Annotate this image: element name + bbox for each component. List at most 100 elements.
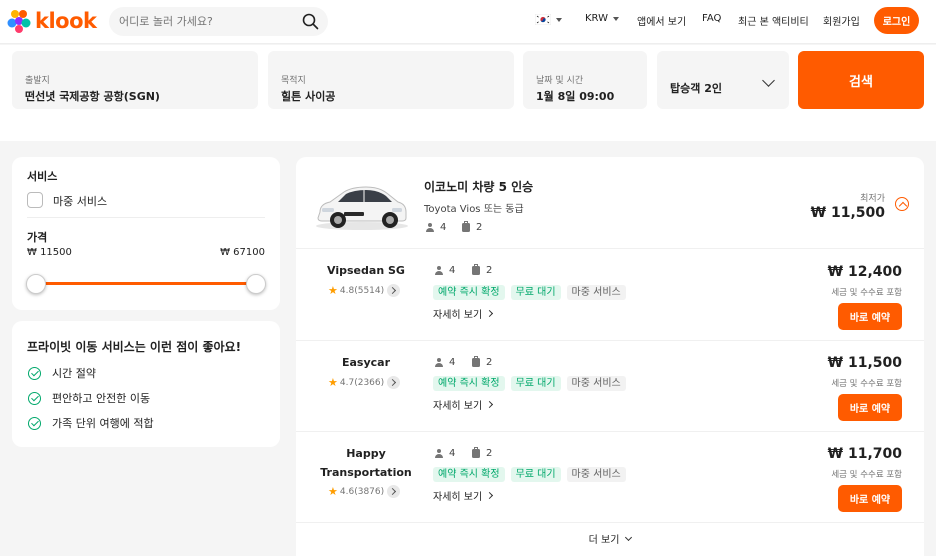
top-header: klook KRW 앱에서 보기 FAQ 최근 본 액티비티 회원가입 로그인 xyxy=(0,0,936,44)
currency-selector[interactable]: KRW xyxy=(585,13,619,24)
korea-flag-icon xyxy=(535,14,551,25)
luggage-count: 2 xyxy=(486,448,493,459)
luggage-icon xyxy=(472,356,480,367)
vendor-row: Happy Transportation ★ 4.6 (3876) 4 2 예약… xyxy=(296,432,924,523)
search-input[interactable] xyxy=(119,13,289,30)
from-label: 출발지 xyxy=(25,76,50,86)
vendor-luggage-capacity: 2 xyxy=(472,356,492,368)
person-icon xyxy=(434,358,443,367)
min-price: ₩ 11,500 xyxy=(810,205,885,221)
car-category-title: 이코노미 차량 5 인승 xyxy=(424,180,534,194)
book-now-button[interactable]: 바로 예약 xyxy=(838,485,902,512)
vendor-luggage-capacity: 2 xyxy=(472,264,493,276)
benefit-item: 편안하고 안전한 이동 xyxy=(28,390,150,406)
vendor-rating[interactable]: ★ 4.8 (5514) xyxy=(328,284,401,297)
rating-value: 4.6 xyxy=(339,486,355,497)
rating-value: 4.7 xyxy=(339,377,355,388)
chevron-up-icon[interactable] xyxy=(895,197,909,211)
global-search xyxy=(109,7,328,36)
chevron-down-icon xyxy=(556,17,562,22)
vendor-luggage-capacity: 2 xyxy=(472,447,493,459)
language-selector[interactable] xyxy=(535,14,562,25)
vendor-passenger-capacity: 4 xyxy=(434,357,455,368)
person-icon xyxy=(434,266,443,275)
book-now-button[interactable]: 바로 예약 xyxy=(838,394,902,421)
from-field[interactable]: 출발지 떤선녓 국제공항 공항(SGN) xyxy=(12,51,258,109)
chevron-right-icon xyxy=(486,400,494,409)
to-field[interactable]: 목적지 힐튼 사이공 xyxy=(268,51,514,109)
meet-service-checkbox[interactable] xyxy=(27,192,43,208)
rating-value: 4.8 xyxy=(339,285,355,296)
vendor-rating[interactable]: ★ 4.6 (3876) xyxy=(328,485,401,498)
car-passenger-capacity: 4 xyxy=(425,222,446,233)
show-more-label: 더 보기 xyxy=(588,535,620,546)
date-field[interactable]: 날짜 및 시간 1월 8일 09:00 xyxy=(523,51,647,109)
chevron-down-icon xyxy=(625,533,633,541)
meet-service-label: 마중 서비스 xyxy=(53,195,108,208)
chevron-right-icon xyxy=(387,376,401,389)
currency-label: KRW xyxy=(585,13,608,24)
chevron-right-icon xyxy=(387,284,401,297)
vendor-price: ₩ 12,400 xyxy=(827,264,902,280)
klook-logo[interactable]: klook xyxy=(6,8,97,34)
nav-faq-link[interactable]: FAQ xyxy=(702,13,721,24)
check-circle-icon xyxy=(28,391,41,405)
star-icon: ★ xyxy=(328,284,338,297)
price-slider-max-handle[interactable] xyxy=(246,274,266,294)
vendor-rating[interactable]: ★ 4.7 (2366) xyxy=(328,376,401,389)
details-label: 자세히 보기 xyxy=(433,310,483,321)
vendor-row: Vipsedan SG ★ 4.8 (5514) 4 2 예약 즉시 확정 무료… xyxy=(296,250,924,341)
benefit-label: 편안하고 안전한 이동 xyxy=(52,392,151,405)
vendor-name: Easycar xyxy=(341,356,391,369)
free-waiting-tag: 무료 대기 xyxy=(510,467,561,482)
chevron-down-icon xyxy=(762,74,775,87)
instant-confirm-tag: 예약 즉시 확정 xyxy=(433,467,505,482)
transfer-search-form: 출발지 떤선녓 국제공항 공항(SGN) 목적지 힐튼 사이공 날짜 및 시간 … xyxy=(0,45,936,141)
divider xyxy=(27,217,265,218)
service-filter-title: 서비스 xyxy=(27,170,58,183)
details-link[interactable]: 자세히 보기 xyxy=(433,397,494,412)
vendor-tags: 예약 즉시 확정 무료 대기 마중 서비스 xyxy=(433,467,626,482)
vendor-name: Happy Transportation xyxy=(320,447,412,479)
nav-recent-link[interactable]: 최근 본 액티비티 xyxy=(738,13,809,28)
results-panel: 이코노미 차량 5 인승 Toyota Vios 또는 동급 4 2 최저가 ₩… xyxy=(296,157,924,556)
luggage-icon xyxy=(472,447,480,458)
passengers-field[interactable]: 탑승객 2인 xyxy=(657,51,789,109)
chevron-right-icon xyxy=(486,491,494,500)
luggage-icon xyxy=(472,264,480,275)
search-button[interactable]: 검색 xyxy=(798,51,924,109)
person-icon xyxy=(425,223,434,232)
nav-app-link[interactable]: 앱에서 보기 xyxy=(637,13,686,28)
details-link[interactable]: 자세히 보기 xyxy=(433,306,494,321)
nav-signup-link[interactable]: 회원가입 xyxy=(823,13,860,28)
check-circle-icon xyxy=(28,366,41,380)
benefit-item: 시간 절약 xyxy=(28,365,96,381)
benefits-title: 프라이빗 이동 서비스는 이런 점이 좋아요! xyxy=(27,340,242,354)
to-label: 목적지 xyxy=(281,76,306,86)
passenger-count: 4 xyxy=(440,222,447,233)
benefit-item: 가족 단위 여행에 적합 xyxy=(28,415,154,431)
chevron-right-icon xyxy=(387,485,401,498)
free-waiting-tag: 무료 대기 xyxy=(510,376,561,391)
book-now-button[interactable]: 바로 예약 xyxy=(838,303,902,330)
min-price-label: 최저가 xyxy=(860,194,885,204)
show-more-button[interactable]: 더 보기 xyxy=(296,531,924,546)
vendor-passenger-capacity: 4 xyxy=(434,448,455,459)
price-slider-min-handle[interactable] xyxy=(26,274,46,294)
passenger-count: 4 xyxy=(449,265,456,276)
meet-service-tag: 마중 서비스 xyxy=(566,285,626,300)
from-value: 떤선녓 국제공항 공항(SGN) xyxy=(25,90,160,103)
person-icon xyxy=(434,449,443,458)
search-icon[interactable] xyxy=(302,13,319,30)
instant-confirm-tag: 예약 즉시 확정 xyxy=(433,285,505,300)
vendor-passenger-capacity: 4 xyxy=(434,265,455,276)
login-button[interactable]: 로그인 xyxy=(874,7,919,34)
chevron-down-icon xyxy=(613,16,619,21)
date-label: 날짜 및 시간 xyxy=(536,76,584,86)
price-min-label: ₩ 11500 xyxy=(27,247,72,258)
details-link[interactable]: 자세히 보기 xyxy=(433,488,494,503)
luggage-count: 2 xyxy=(486,265,493,276)
price-slider-track[interactable] xyxy=(36,282,256,285)
car-category-header[interactable]: 이코노미 차량 5 인승 Toyota Vios 또는 동급 4 2 최저가 ₩… xyxy=(296,157,924,249)
meet-service-tag: 마중 서비스 xyxy=(566,376,626,391)
